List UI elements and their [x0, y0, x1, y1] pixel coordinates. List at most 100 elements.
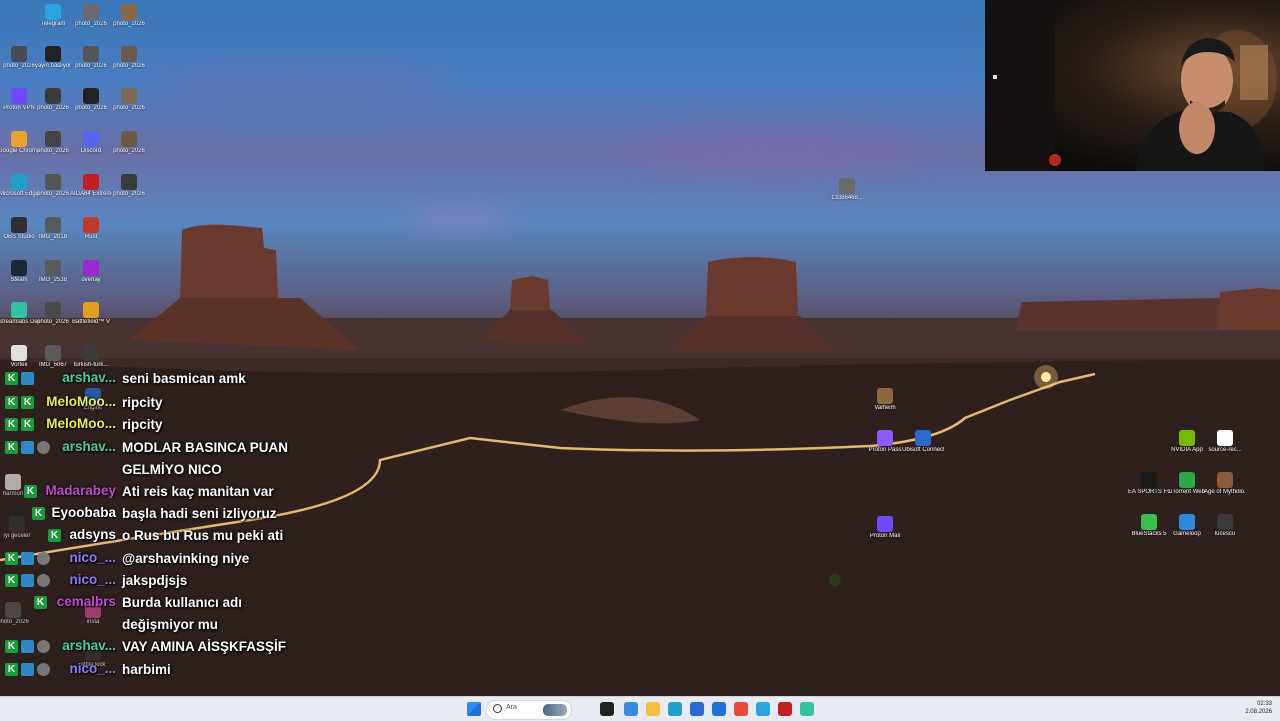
desktop-icon-photo-2026[interactable]: photo_2026	[32, 88, 74, 112]
ubisoft-connect-icon	[915, 430, 931, 446]
telegram-icon	[45, 4, 61, 20]
chat-username[interactable]: nico_...	[44, 661, 116, 676]
kick-badge-icon: K	[5, 574, 18, 587]
desktop-icon-img-2018[interactable]: IMG_2018	[32, 217, 74, 241]
file-explorer-icon[interactable]	[600, 702, 614, 716]
desktop-icon-rust[interactable]: Rust	[70, 217, 112, 241]
desktop-icon-label: Discord	[80, 148, 102, 154]
desktop-icon-label: EA SPORTS FC™ 26	[1128, 489, 1170, 495]
desktop-icon-photo-2026[interactable]: photo_2026	[32, 174, 74, 198]
desktop-icon-photo-2026[interactable]: photo_2026	[32, 302, 74, 326]
desktop-icon-battlefield-v[interactable]: Battlefield™ V	[70, 302, 112, 326]
chat-username[interactable]: arshav...	[44, 439, 116, 454]
store-icon[interactable]	[690, 702, 704, 716]
taskbar: Ara 02:33 2.08.2026	[0, 696, 1280, 721]
desktop-icon-label: yayin basliyor	[34, 63, 72, 69]
photo-2026-icon	[45, 302, 61, 318]
stream-chat-overlay: Karshav... seni basmican amk K K MeloMoo... r…	[0, 370, 300, 685]
desktop-icon-bluestacks-5[interactable]: BlueStacks 5	[1128, 514, 1170, 538]
chat-username[interactable]: cemalbrs	[44, 594, 116, 609]
photo-2026-icon	[121, 131, 137, 147]
telegram-icon[interactable]	[756, 702, 770, 716]
chat-username[interactable]: MeloMoo...	[44, 394, 116, 409]
desktop-icon-photo-2026[interactable]: photo_2026	[108, 131, 150, 155]
desktop-icon-img-5067[interactable]: IMG_5067	[32, 345, 74, 369]
chat-message-text: başla hadi seni izliyoruz	[122, 506, 277, 521]
desktop-icon-label: Battlefield™ V	[71, 319, 111, 325]
desktop-icon-gameloop[interactable]: Gameloop	[1166, 514, 1208, 538]
chat-username[interactable]: adsyns	[44, 527, 116, 542]
chat-message: Kcemalbrs Burda kullanıcı adı	[0, 592, 300, 614]
start-icon[interactable]	[467, 702, 481, 716]
chat-message: Knico_... jakspdjsjs	[0, 570, 300, 592]
desktop-icon-proton-pass[interactable]: Proton Pass	[864, 430, 906, 454]
desktop-icon-overlay[interactable]: overlay	[70, 260, 112, 284]
edge-icon[interactable]	[668, 702, 682, 716]
desktop-icon-photo-2026[interactable]: photo_2026	[70, 88, 112, 112]
desktop-icon-photo-2026[interactable]: photo_2026	[70, 46, 112, 70]
chrome-icon[interactable]	[734, 702, 748, 716]
desktop-icon-source-rec[interactable]: source-rec...	[1204, 430, 1246, 454]
taskbar-search-box[interactable]: Ara	[486, 700, 572, 720]
desktop-icon-photo-2026[interactable]: photo_2026	[108, 46, 150, 70]
rust-icon	[83, 217, 99, 233]
desktop-icon-ubisoft-connect[interactable]: Ubisoft Connect	[902, 430, 944, 454]
nvidia-app-icon	[1179, 430, 1195, 446]
chat-username[interactable]: nico_...	[44, 572, 116, 587]
desktop-icon-telegram[interactable]: Telegram	[32, 4, 74, 28]
desktop-icon-valheim[interactable]: Valheim	[864, 388, 906, 412]
proton-mail-icon	[877, 516, 893, 532]
desktop-icon-utorrent-web[interactable]: uTorrent Web	[1166, 472, 1208, 496]
chat-username[interactable]: arshav...	[44, 370, 116, 385]
desktop-icon-lucescu[interactable]: lucescu	[1204, 514, 1246, 538]
copilot-icon[interactable]	[624, 702, 638, 716]
chat-username[interactable]: MeloMoo...	[44, 416, 116, 431]
desktop-icon-label: Ubisoft Connect	[902, 447, 944, 453]
desktop-icon-aida64-extreme[interactable]: AIDA64 Extreme	[70, 174, 112, 198]
search-highlight-image	[543, 704, 567, 716]
proton-vpn-icon	[11, 88, 27, 104]
google-chrome-icon	[11, 131, 27, 147]
photo-2026-icon	[121, 88, 137, 104]
aida64-extreme-icon	[83, 174, 99, 190]
folder-icon[interactable]	[646, 702, 660, 716]
desktop-icon-yayin-basliyor[interactable]: yayin basliyor	[32, 46, 74, 70]
desktop-icon-label: Rust	[84, 234, 98, 240]
desktop-icon-13386468[interactable]: 13386468...	[826, 178, 868, 202]
chat-message: K K MeloMoo... ripcity	[0, 414, 300, 436]
desktop-icon-age-of-mytholo[interactable]: Age of Mytholo...	[1204, 472, 1246, 496]
clock-time: 02:33	[1256, 701, 1272, 707]
desktop-icon-photo-2026[interactable]: photo_2026	[108, 174, 150, 198]
outlook-icon[interactable]	[712, 702, 726, 716]
chat-message: Karshav... VAY AMINA AİSŞKFASŞİF	[0, 636, 300, 658]
desktop-icon-proton-mail[interactable]: Proton Mail	[864, 516, 906, 540]
img-5067-icon	[45, 345, 61, 361]
system-clock[interactable]: 02:33 2.08.2026	[1245, 700, 1272, 716]
desktop-icon-photo-2026[interactable]: photo_2026	[108, 4, 150, 28]
turkish-turk-icon	[83, 345, 99, 361]
desktop-icon-photo-2026[interactable]: photo_2026	[108, 88, 150, 112]
desktop-icon-photo-2026[interactable]: photo_2026	[32, 131, 74, 155]
chat-message-text: MODLAR BASINCA PUAN	[122, 440, 288, 455]
chat-username[interactable]: nico_...	[44, 550, 116, 565]
desktop-icon-img-2538[interactable]: IMG_2538	[32, 260, 74, 284]
chat-message: K K MeloMoo... ripcity	[0, 392, 300, 414]
desktop-icon-discord[interactable]: Discord	[70, 131, 112, 155]
desktop-icon-turkish-turk[interactable]: turkish-turk...	[70, 345, 112, 369]
desktop-icon-label: photo_2026	[113, 105, 145, 111]
search-icon	[493, 704, 502, 713]
subscriber-badge-icon	[21, 372, 34, 385]
img-2538-icon	[45, 260, 61, 276]
chat-username[interactable]: Madarabey	[44, 483, 116, 498]
streamlabs-icon[interactable]	[800, 702, 814, 716]
desktop-icon-label: uTorrent Web	[1169, 489, 1205, 495]
game-icon[interactable]	[778, 702, 792, 716]
desktop-icon-label: NVIDIA App	[1171, 447, 1203, 453]
chat-message: K Eyoobaba başla hadi seni izliyoruz	[0, 503, 300, 525]
chat-username[interactable]: Eyoobaba	[44, 505, 116, 520]
kick-badge-icon: K	[5, 372, 18, 385]
chat-username[interactable]: arshav...	[44, 638, 116, 653]
desktop-icon-photo-2026[interactable]: photo_2026	[70, 4, 112, 28]
desktop-icon-nvidia-app[interactable]: NVIDIA App	[1166, 430, 1208, 454]
desktop-icon-ea-sports-fc-26[interactable]: EA SPORTS FC™ 26	[1128, 472, 1170, 496]
